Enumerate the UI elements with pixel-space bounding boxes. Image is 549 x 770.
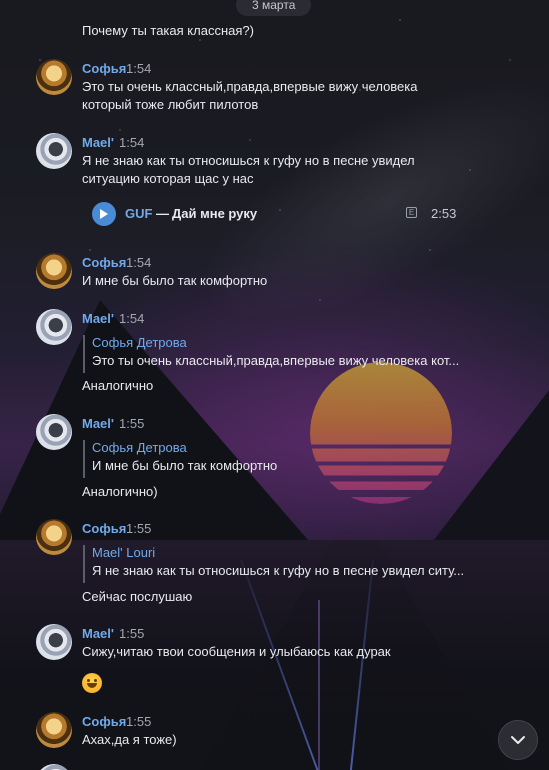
audio-separator: — bbox=[156, 206, 169, 221]
reply-author[interactable]: Софья Детрова bbox=[92, 335, 187, 350]
message-text-line: который тоже любит пилотов bbox=[82, 97, 259, 112]
message-time[interactable]: 1:55 bbox=[119, 416, 144, 431]
message-time[interactable]: 1:55 bbox=[119, 626, 144, 641]
play-icon bbox=[100, 209, 108, 219]
avatar-mael-partial[interactable] bbox=[36, 764, 72, 770]
message-text-line: Ахах,да я тоже) bbox=[82, 732, 177, 747]
audio-artist[interactable]: GUF bbox=[125, 206, 152, 221]
explicit-badge-icon: E bbox=[406, 207, 417, 218]
reply-author[interactable]: Софья Детрова bbox=[92, 440, 187, 455]
message-time[interactable]: 1:55 bbox=[126, 521, 151, 536]
author-name[interactable]: Mael' bbox=[82, 311, 114, 326]
scroll-to-bottom-button[interactable] bbox=[498, 720, 538, 760]
message-time[interactable]: 1:54 bbox=[126, 255, 151, 270]
avatar-mael[interactable] bbox=[36, 414, 72, 450]
message-text-line: Это ты очень классный,правда,впервые виж… bbox=[82, 79, 418, 94]
author-name[interactable]: Mael' bbox=[82, 135, 114, 150]
reply-bar bbox=[83, 545, 85, 583]
message-text-line: Аналогично bbox=[82, 378, 154, 393]
avatar-sofia[interactable] bbox=[36, 253, 72, 289]
author-name[interactable]: Софья bbox=[82, 255, 126, 270]
author-name[interactable]: Софья bbox=[82, 714, 126, 729]
message-history[interactable]: 3 марта Почему ты такая классная?) Софья… bbox=[0, 0, 549, 770]
avatar-mael[interactable] bbox=[36, 309, 72, 345]
reply-author[interactable]: Mael' Louri bbox=[92, 545, 155, 560]
avatar-sofia[interactable] bbox=[36, 519, 72, 555]
avatar-mael[interactable] bbox=[36, 624, 72, 660]
grinning-face-emoji-icon bbox=[82, 673, 102, 693]
author-name[interactable]: Софья bbox=[82, 521, 126, 536]
reply-bar bbox=[83, 440, 85, 478]
message-text-line: И мне бы было так комфортно bbox=[82, 273, 268, 288]
chevron-down-icon bbox=[511, 736, 525, 744]
message-text-line: Я не знаю как ты относишься к гуфу но в … bbox=[82, 153, 415, 168]
audio-play-button[interactable] bbox=[92, 202, 116, 226]
message-time[interactable]: 1:54 bbox=[119, 311, 144, 326]
reply-text[interactable]: Это ты очень классный,правда,впервые виж… bbox=[92, 353, 459, 368]
message-time[interactable]: 1:55 bbox=[126, 714, 151, 729]
avatar-sofia[interactable] bbox=[36, 712, 72, 748]
message-text-line: ситуацию которая щас у нас bbox=[82, 171, 254, 186]
message-text-line: Аналогично) bbox=[82, 484, 158, 499]
avatar-sofia[interactable] bbox=[36, 59, 72, 95]
message-text-line: Сейчас послушаю bbox=[82, 589, 193, 604]
message-time[interactable]: 1:54 bbox=[119, 135, 144, 150]
reply-text[interactable]: И мне бы было так комфортно bbox=[92, 458, 277, 473]
author-name[interactable]: Mael' bbox=[82, 416, 114, 431]
avatar-mael[interactable] bbox=[36, 133, 72, 169]
message-text-line: Сижу,читаю твои сообщения и улыбаюсь как… bbox=[82, 644, 391, 659]
reply-bar bbox=[83, 335, 85, 373]
reply-text[interactable]: Я не знаю как ты относишься к гуфу но в … bbox=[92, 563, 464, 578]
date-separator: 3 марта bbox=[236, 0, 312, 16]
author-name[interactable]: Mael' bbox=[82, 626, 114, 641]
audio-duration: 2:53 bbox=[431, 206, 457, 221]
author-name[interactable]: Софья bbox=[82, 61, 126, 76]
audio-title[interactable]: Дай мне руку bbox=[172, 206, 257, 221]
message-text: Почему ты такая классная?) bbox=[82, 23, 254, 38]
message-time[interactable]: 1:54 bbox=[126, 61, 151, 76]
